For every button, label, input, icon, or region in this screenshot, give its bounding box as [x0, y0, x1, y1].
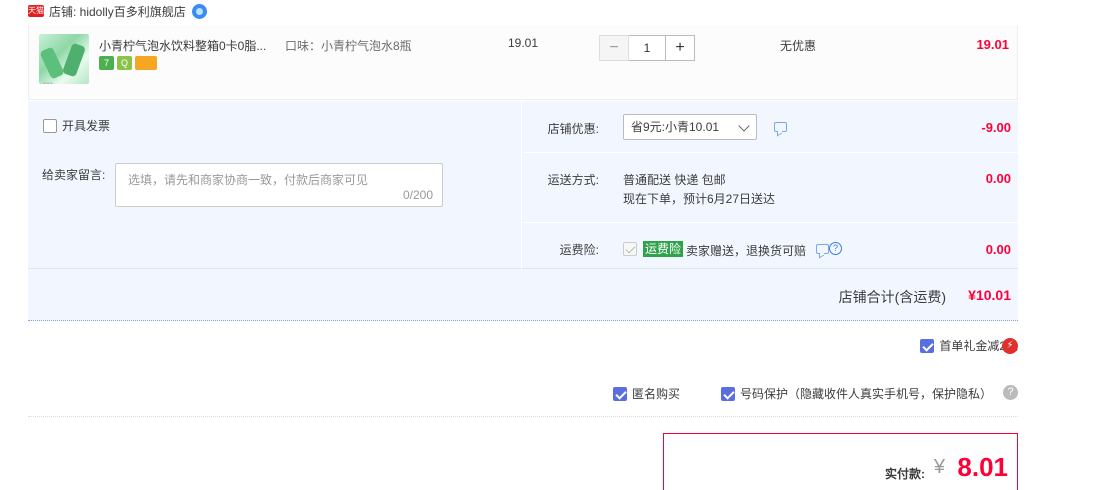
insurance-amount: 0.00	[985, 242, 1011, 257]
chat-wangwang-icon[interactable]	[191, 3, 207, 19]
order-item-row: --- 小青柠气泡水饮料整箱0卡0脂... 7 Q 口味：小青柠气泡水8瓶 19…	[28, 25, 1018, 100]
question-icon[interactable]: ?	[1003, 385, 1018, 400]
product-image[interactable]	[39, 34, 89, 84]
product-service-badges: 7 Q	[99, 56, 157, 70]
chat-bubble-icon[interactable]	[816, 244, 829, 254]
product-subtotal: 19.01	[976, 37, 1009, 52]
options-left-column: 开具发票 给卖家留言: 选填，请先和商家协商一致，付款后商家可见 0/200	[28, 101, 522, 269]
quantity-increase-button[interactable]: +	[665, 35, 695, 61]
tmall-logo-icon: 天猫	[28, 5, 44, 17]
shop-discount-selected: 省9元:小青10.01	[631, 120, 720, 134]
shop-subtotal-amount: ¥10.01	[968, 287, 1011, 303]
lightning-icon: ⚡	[1002, 338, 1018, 354]
anonymous-label[interactable]: 匿名购买	[632, 385, 680, 402]
message-placeholder: 选填，请先和商家协商一致，付款后商家可见	[128, 173, 369, 187]
shop-subtotal-label: 店铺合计(含运费)	[838, 289, 946, 305]
payment-currency: ¥	[933, 456, 945, 478]
product-title[interactable]: 小青柠气泡水饮料整箱0卡0脂...	[99, 37, 274, 54]
insurance-checkbox	[623, 242, 637, 256]
shop-name[interactable]: 店铺: hidolly百多利旗舰店	[49, 3, 186, 20]
shipping-method: 普通配送 快递 包邮	[623, 173, 726, 187]
invoice-option[interactable]: 开具发票	[43, 117, 110, 134]
divider	[28, 416, 1018, 417]
anonymous-checkbox[interactable]	[613, 386, 627, 401]
shipping-label: 运送方式:	[547, 173, 599, 187]
shop-subtotal-bar: 店铺合计(含运费) ¥10.01	[28, 269, 1018, 321]
insurance-label: 运费险:	[559, 243, 599, 257]
credit-card-icon[interactable]	[135, 56, 157, 70]
anonymous-purchase-option[interactable]: 匿名购买	[613, 385, 680, 402]
payment-label: 实付款:	[885, 467, 925, 481]
number-protection-option[interactable]: 号码保护（隐藏收件人真实手机号，保护隐私）	[721, 385, 992, 402]
help-icon[interactable]: ?	[829, 242, 842, 255]
message-textarea[interactable]: 选填，请先和商家协商一致，付款后商家可见 0/200	[115, 163, 443, 207]
insurance-text: 卖家赠送，退换货可赔	[686, 244, 807, 258]
quantity-input[interactable]: 1	[629, 35, 665, 61]
invoice-label[interactable]: 开具发票	[62, 117, 110, 134]
product-unit-price: 19.01	[508, 36, 539, 50]
message-label: 给卖家留言:	[42, 168, 106, 182]
message-char-count: 0/200	[402, 188, 433, 202]
number-protection-checkbox[interactable]	[721, 386, 735, 401]
seven-day-return-icon[interactable]: 7	[99, 56, 114, 70]
number-protection-label[interactable]: 号码保护（隐藏收件人真实手机号，保护隐私）	[740, 385, 992, 402]
insurance-tag: 运费险	[643, 241, 684, 257]
shipping-amount: 0.00	[985, 171, 1011, 186]
shipping-insurance-row: 运费险: 运费险 卖家赠送，退换货可赔 ? 0.00	[523, 223, 1018, 269]
shipping-eta: 现在下单，预计6月27日送达	[623, 192, 776, 206]
quality-guarantee-icon[interactable]: Q	[117, 56, 132, 70]
quantity-decrease-button[interactable]: −	[599, 35, 629, 61]
shop-discount-amount: -9.00	[981, 120, 1011, 135]
invoice-checkbox[interactable]	[43, 118, 57, 133]
chevron-down-icon	[738, 120, 750, 132]
payment-amount: 8.01	[957, 452, 1008, 482]
payment-summary-box: 实付款: ¥ 8.01	[663, 433, 1018, 490]
gift-checkbox[interactable]	[920, 338, 935, 353]
shop-discount-label: 店铺优惠:	[547, 122, 599, 136]
product-image-more: ---	[43, 78, 53, 89]
product-sku: 口味：小青柠气泡水8瓶	[285, 39, 412, 53]
shop-discount-row: 店铺优惠: 省9元:小青10.01 -9.00	[523, 101, 1018, 153]
product-discount: 无优惠	[780, 39, 817, 53]
quantity-stepper: − 1 +	[599, 35, 695, 61]
order-options-panel: 开具发票 给卖家留言: 选填，请先和商家协商一致，付款后商家可见 0/200 店…	[28, 101, 1018, 269]
shop-header: 天猫 店铺: hidolly百多利旗舰店	[28, 2, 207, 20]
shop-discount-select[interactable]: 省9元:小青10.01	[623, 114, 757, 140]
shipping-row: 运送方式: 普通配送 快递 包邮 现在下单，预计6月27日送达 0.00	[523, 153, 1018, 223]
chat-bubble-icon[interactable]	[774, 122, 787, 132]
